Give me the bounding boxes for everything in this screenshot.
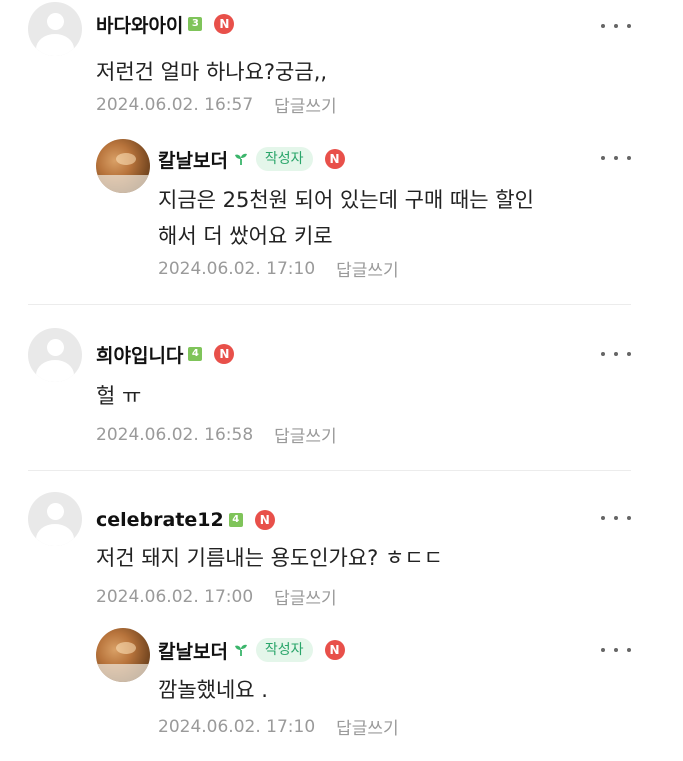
more-options-button[interactable]: [601, 148, 631, 168]
nickname[interactable]: 바다와아이: [96, 11, 183, 38]
dot-icon: [601, 352, 605, 356]
reply-meta: 2024.06.02. 17:10 답글쓰기: [158, 256, 399, 282]
reply-button[interactable]: 답글쓰기: [274, 422, 337, 447]
new-badge-icon: N: [324, 149, 345, 169]
nickname[interactable]: 희야입니다: [96, 341, 183, 368]
dot-icon: [601, 24, 605, 28]
avatar-photo-highlight: [116, 642, 136, 654]
comment-header: 바다와아이 3 N: [96, 10, 235, 38]
author-badge: 작성자: [255, 147, 313, 171]
reply-button[interactable]: 답글쓰기: [274, 92, 337, 117]
reply-date: 2024.06.02. 17:10: [158, 258, 316, 279]
nickname[interactable]: celebrate12: [96, 509, 224, 531]
comment-meta: 2024.06.02. 16:57 답글쓰기: [96, 92, 337, 118]
dot-icon: [614, 352, 618, 356]
author-badge: 작성자: [255, 638, 313, 662]
avatar-default-head-icon: [47, 503, 64, 520]
author-avatar[interactable]: [96, 628, 150, 682]
dot-icon: [614, 24, 618, 28]
level-badge-icon: 3: [188, 17, 203, 31]
level-badge-icon: 4: [228, 513, 243, 527]
comment-date: 2024.06.02. 17:00: [96, 586, 254, 607]
reply-header: 칼날보더 작성자 N: [158, 636, 345, 664]
new-badge-icon: N: [254, 510, 275, 530]
dot-icon: [614, 156, 618, 160]
dot-icon: [627, 24, 631, 28]
dot-icon: [601, 156, 605, 160]
comment-meta: 2024.06.02. 17:00 답글쓰기: [96, 584, 337, 610]
avatar[interactable]: [28, 2, 82, 56]
avatar-default-head-icon: [47, 13, 64, 30]
dot-icon: [601, 516, 605, 520]
divider: [28, 470, 631, 471]
sprout-icon: [234, 153, 247, 165]
comment-date: 2024.06.02. 16:58: [96, 424, 254, 445]
new-badge-icon: N: [324, 640, 345, 660]
dot-icon: [601, 648, 605, 652]
reply-text-line: 해서 더 쌌어요 키로: [158, 224, 333, 248]
level-badge-icon: 4: [188, 347, 203, 361]
comment-text: 저건 돼지 기름내는 용도인가요? ㅎㄷㄷ: [96, 546, 443, 570]
avatar-default-head-icon: [47, 339, 64, 356]
dot-icon: [627, 156, 631, 160]
reply-meta: 2024.06.02. 17:10 답글쓰기: [158, 714, 399, 740]
reply-text: 깜놀했네요 .: [158, 678, 268, 702]
comment-date: 2024.06.02. 16:57: [96, 94, 254, 115]
new-badge-icon: N: [214, 344, 235, 364]
avatar-photo-plate: [96, 664, 150, 682]
new-badge-icon: N: [214, 14, 235, 34]
reply-date: 2024.06.02. 17:10: [158, 716, 316, 737]
avatar-default-body-icon: [36, 360, 74, 382]
comment-meta: 2024.06.02. 16:58 답글쓰기: [96, 422, 337, 448]
avatar-default-body-icon: [36, 34, 74, 56]
nickname[interactable]: 칼날보더: [158, 146, 228, 173]
dot-icon: [614, 648, 618, 652]
more-options-button[interactable]: [601, 640, 631, 660]
avatar[interactable]: [28, 492, 82, 546]
reply-button[interactable]: 답글쓰기: [274, 584, 337, 609]
dot-icon: [627, 352, 631, 356]
reply-button[interactable]: 답글쓰기: [336, 256, 399, 281]
reply-text-line: 지금은 25천원 되어 있는데 구매 때는 할인: [158, 188, 534, 212]
more-options-button[interactable]: [601, 344, 631, 364]
sprout-icon: [234, 644, 247, 656]
reply-header: 칼날보더 작성자 N: [158, 145, 345, 173]
comment-header: 희야입니다 4 N: [96, 340, 235, 368]
more-options-button[interactable]: [601, 16, 631, 36]
divider: [28, 304, 631, 305]
dot-icon: [627, 648, 631, 652]
author-avatar[interactable]: [96, 139, 150, 193]
comment-header: celebrate12 4 N: [96, 506, 275, 534]
comment-text: 저런건 얼마 하나요?궁금,,: [96, 60, 328, 84]
avatar-photo-plate: [96, 175, 150, 193]
more-options-button[interactable]: [601, 508, 631, 528]
reply-button[interactable]: 답글쓰기: [336, 714, 399, 739]
dot-icon: [614, 516, 618, 520]
nickname[interactable]: 칼날보더: [158, 637, 228, 664]
avatar[interactable]: [28, 328, 82, 382]
avatar-photo-highlight: [116, 153, 136, 165]
avatar-default-body-icon: [36, 524, 74, 546]
comment-text: 헐 ㅠ: [96, 384, 142, 408]
dot-icon: [627, 516, 631, 520]
